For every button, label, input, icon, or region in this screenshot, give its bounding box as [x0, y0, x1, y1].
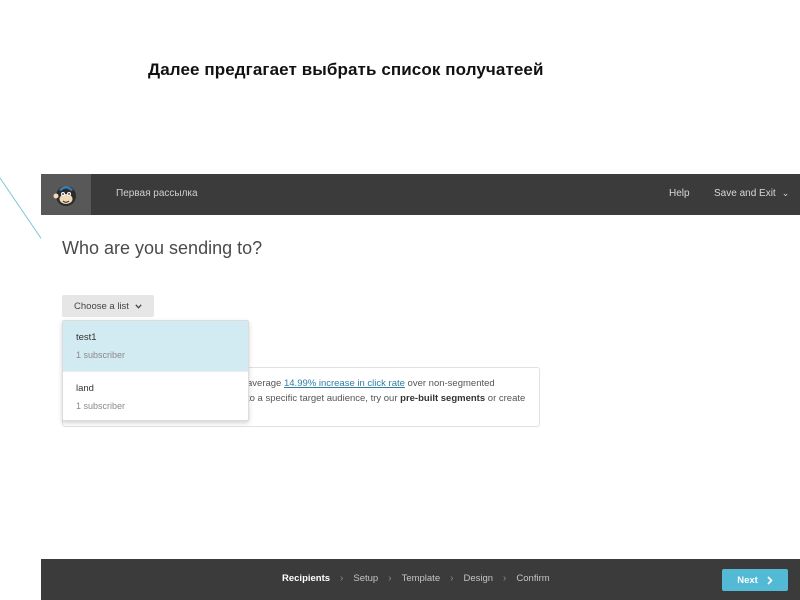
chevron-right-icon: › [503, 573, 507, 584]
step-design[interactable]: Design [463, 573, 493, 584]
mailchimp-monkey-icon [53, 185, 76, 206]
choose-list-label: Choose a list [74, 300, 129, 312]
step-recipients[interactable]: Recipients [282, 573, 330, 584]
wizard-steps: Recipients › Setup › Template › Design ›… [282, 573, 550, 584]
help-link[interactable]: Help [669, 188, 690, 199]
info-line-2: to a specific target audience, try our p… [247, 393, 525, 404]
step-confirm[interactable]: Confirm [516, 573, 549, 584]
subscriber-count: 1 subscriber [76, 401, 126, 411]
info-text: over non-segmented [404, 378, 495, 389]
chevron-down-icon: ⌄ [781, 188, 790, 198]
chevron-right-icon: › [340, 573, 344, 584]
wizard-footer: Recipients › Setup › Template › Design ›… [41, 559, 800, 600]
chevron-right-icon [767, 575, 773, 585]
subscriber-count: 1 subscriber [76, 350, 126, 360]
mailchimp-app: Первая рассылка Help Save and Exit ⌄ Who … [41, 174, 800, 600]
chevron-right-icon: › [450, 573, 454, 584]
choose-list-dropdown[interactable]: Choose a list [62, 295, 154, 317]
next-button[interactable]: Next [722, 569, 788, 591]
pre-built-segments-link[interactable]: pre-built segments [400, 393, 485, 404]
chevron-right-icon: › [388, 573, 392, 584]
list-option-test1[interactable]: test1 1 subscriber [63, 321, 248, 371]
step-template[interactable]: Template [402, 573, 441, 584]
list-option-land[interactable]: land 1 subscriber [63, 371, 248, 420]
save-and-exit-label: Save and Exit [714, 188, 776, 199]
info-text: to a specific target audience, try our [247, 393, 401, 404]
top-bar: Первая рассылка Help Save and Exit ⌄ [41, 174, 800, 215]
page-heading: Who are you sending to? [62, 238, 263, 258]
info-line-1: average 14.99% increase in click rate ov… [247, 378, 495, 389]
slide-title: Далее предгагает выбрать список получате… [148, 60, 544, 79]
chevron-down-icon [135, 303, 142, 309]
list-name: test1 [76, 332, 97, 343]
logo-button[interactable] [41, 174, 91, 215]
info-text: or create [485, 393, 526, 404]
campaign-name[interactable]: Первая рассылка [116, 188, 198, 199]
info-text: average [247, 378, 284, 389]
click-rate-link[interactable]: 14.99% increase in click rate [284, 378, 405, 389]
step-setup[interactable]: Setup [353, 573, 378, 584]
list-dropdown-menu: test1 1 subscriber land 1 subscriber [62, 320, 249, 421]
list-name: land [76, 383, 94, 394]
next-label: Next [737, 574, 758, 586]
save-and-exit-button[interactable]: Save and Exit ⌄ [714, 188, 789, 199]
